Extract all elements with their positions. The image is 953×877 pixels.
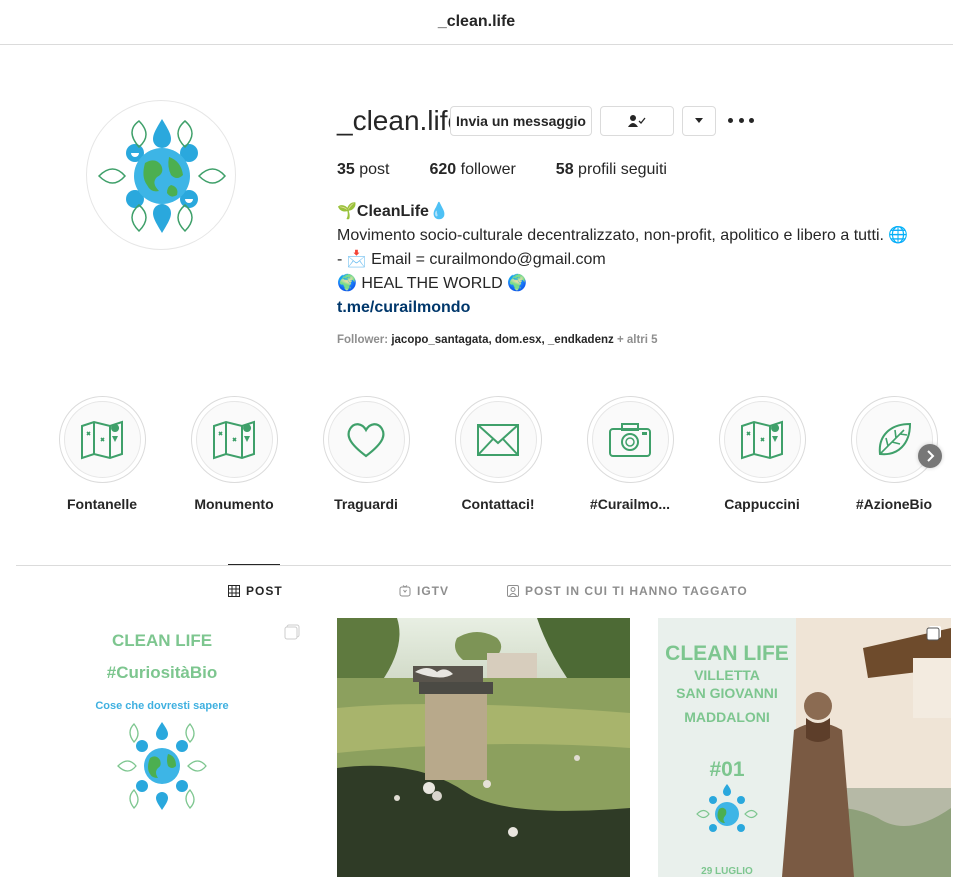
highlight-curailmondo[interactable]: #Curailmo... — [575, 396, 685, 512]
bio-link[interactable]: t.me/curailmondo — [337, 296, 937, 320]
leaf-icon — [878, 422, 912, 455]
tab-igtv[interactable]: IGTV — [399, 584, 449, 598]
highlight-label: Cappuccini — [724, 496, 800, 512]
followed-by-prefix: Follower: — [337, 334, 389, 346]
bio-line-2: - 📩 Email = curailmondo@gmail.com — [337, 251, 606, 268]
posts-count: 35 — [337, 161, 355, 178]
highlight-label: Monumento — [194, 496, 274, 512]
map-icon — [81, 420, 123, 459]
chevron-down-icon — [695, 118, 703, 123]
highlight-label: Contattaci! — [461, 496, 535, 512]
post1-subtitle: Cose che dovresti sapere — [95, 700, 228, 712]
suggestions-dropdown-button[interactable] — [682, 106, 716, 136]
profile-stats: 35 post 620 follower 58 profili seguiti — [337, 161, 707, 179]
highlight-label: #Curailmo... — [589, 496, 671, 512]
bio-line-1: Movimento socio-culturale decentralizzat… — [337, 227, 909, 244]
followers-stat[interactable]: 620 follower — [430, 161, 516, 179]
post3-date: 29 LUGLIO — [701, 866, 753, 877]
following-label: profili seguiti — [578, 161, 667, 178]
post-thumbnail[interactable]: CLEAN LIFE VILLETTA SAN GIOVANNI MADDALO… — [658, 618, 951, 877]
highlight-contattaci[interactable]: Contattaci! — [443, 396, 553, 512]
post3-line3: MADDALONI — [684, 709, 770, 725]
followers-count: 620 — [429, 161, 457, 178]
tab-tagged[interactable]: POST IN CUI TI HANNO TAGGATO — [507, 584, 748, 598]
posts-label: post — [359, 161, 390, 178]
following-count: 58 — [555, 161, 574, 178]
highlight-traguardi[interactable]: Traguardi — [311, 396, 421, 512]
highlight-cappuccini[interactable]: Cappuccini — [707, 396, 817, 512]
multiple-photos-icon — [926, 626, 941, 641]
send-message-button[interactable]: Invia un messaggio — [450, 106, 592, 136]
tagged-icon — [507, 585, 519, 597]
map-icon — [213, 420, 255, 459]
post3-title: CLEAN LIFE — [665, 642, 789, 665]
envelope-icon — [477, 423, 519, 456]
post1-title: CLEAN LIFE — [112, 631, 212, 650]
post-image-park-trash — [337, 618, 630, 877]
post-thumbnail[interactable] — [337, 618, 630, 877]
tab-label: POST — [246, 584, 283, 598]
post-thumbnail[interactable]: CLEAN LIFE #CuriositàBio Cose che dovres… — [16, 618, 309, 877]
following-button[interactable] — [600, 106, 674, 136]
followers-label: follower — [460, 161, 516, 178]
top-bar-title: _clean.life — [437, 13, 516, 30]
chevron-right-icon — [927, 450, 935, 462]
followed-by[interactable]: Follower: jacopo_santagata, dom.esx, _en… — [337, 334, 658, 346]
highlight-label: Traguardi — [334, 496, 398, 512]
highlights-next-button[interactable] — [918, 444, 942, 468]
tabs-divider — [16, 565, 951, 566]
following-stat[interactable]: 58 profili seguiti — [556, 161, 667, 179]
profile-bio: 🌱CleanLife💧 Movimento socio-culturale de… — [337, 200, 937, 320]
profile-header: _clean.life — [337, 105, 463, 137]
profile-avatar[interactable] — [86, 100, 236, 250]
post3-line2: SAN GIOVANNI — [676, 685, 778, 701]
highlight-fontanelle[interactable]: Fontanelle — [47, 396, 157, 512]
igtv-icon — [399, 585, 411, 597]
post3-line1: VILLETTA — [694, 667, 760, 683]
tab-posts[interactable]: POST — [228, 584, 283, 598]
top-bar: _clean.life — [0, 0, 953, 45]
post-image-curiositabio: CLEAN LIFE #CuriositàBio Cose che dovres… — [16, 618, 309, 877]
post-image-villetta: CLEAN LIFE VILLETTA SAN GIOVANNI MADDALO… — [658, 618, 951, 877]
clean-life-logo-icon — [97, 119, 226, 233]
highlight-label: #AzioneBio — [855, 496, 933, 512]
map-icon — [741, 420, 783, 459]
followed-by-names: jacopo_santagata, dom.esx, _endkadenz — [391, 334, 614, 346]
user-check-icon — [628, 115, 646, 127]
highlight-monumento[interactable]: Monumento — [179, 396, 289, 512]
followed-by-suffix: + altri 5 — [616, 334, 658, 346]
post1-tag: #CuriositàBio — [107, 663, 218, 682]
heart-icon — [347, 422, 385, 457]
multiple-photos-icon — [284, 624, 300, 640]
posts-stat: 35 post — [337, 161, 390, 179]
more-options-icon[interactable] — [728, 110, 754, 130]
bio-line-3: 🌍 HEAL THE WORLD 🌍 — [337, 275, 528, 292]
active-tab-indicator — [228, 564, 280, 565]
post3-number: #01 — [709, 758, 744, 781]
bio-name: 🌱CleanLife💧 — [337, 203, 449, 220]
story-highlights: Fontanelle Monumento Traguardi Contattac… — [50, 396, 953, 516]
profile-username: _clean.life — [337, 105, 464, 136]
camera-icon — [609, 422, 651, 457]
tab-label: POST IN CUI TI HANNO TAGGATO — [525, 584, 748, 598]
tab-label: IGTV — [417, 584, 450, 598]
highlight-label: Fontanelle — [66, 496, 137, 512]
grid-icon — [228, 585, 240, 597]
